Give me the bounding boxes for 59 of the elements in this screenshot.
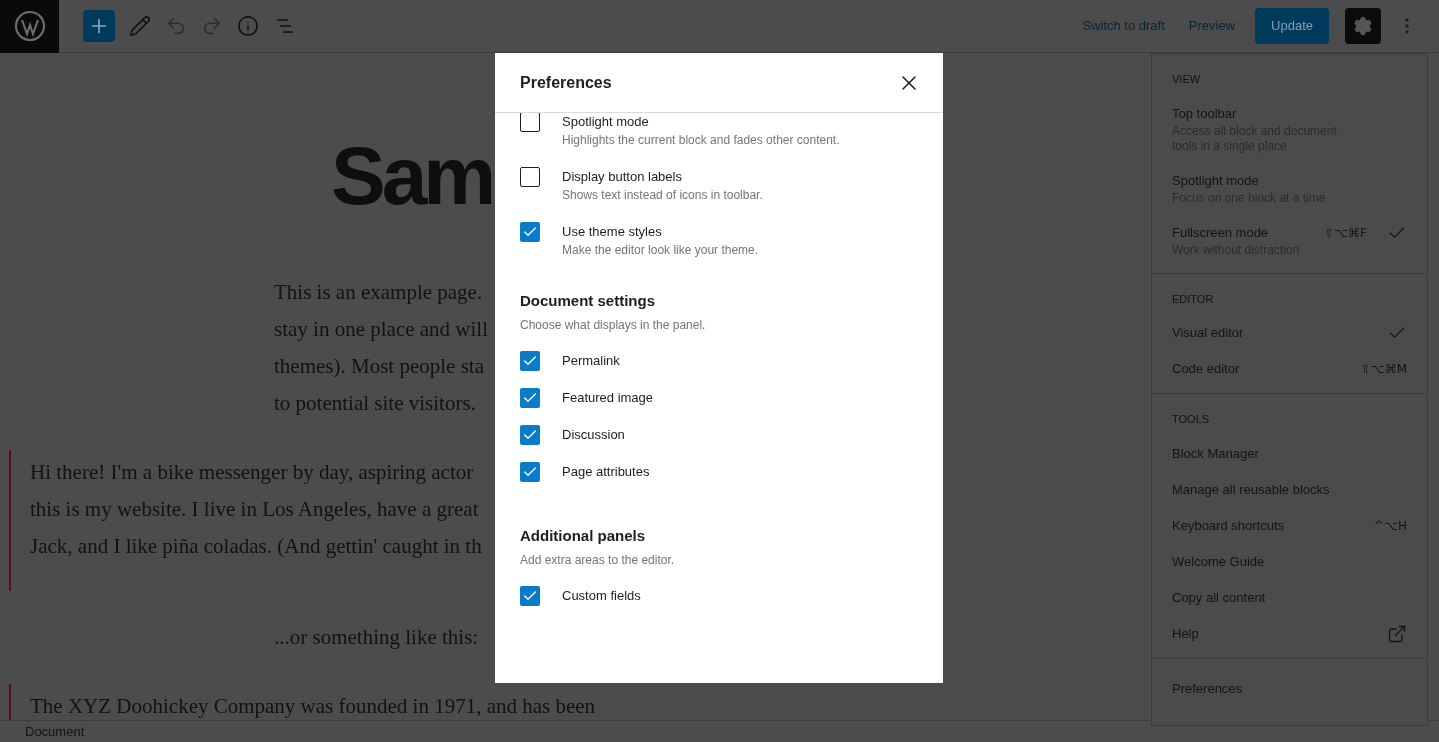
quote-line: this is my website. I live in Los Angeles, have a great [30,496,479,523]
checkbox[interactable] [520,586,540,606]
checkbox[interactable] [520,462,540,482]
settings-button[interactable] [1345,8,1381,44]
option-label: Featured image [562,389,654,407]
switch-to-draft-button[interactable]: Switch to draft [1078,16,1169,36]
section-heading: Document settings [520,291,656,311]
edit-icon[interactable] [129,15,151,37]
gear-icon [1353,16,1373,36]
menu-item[interactable]: Preferences [1172,670,1407,707]
quote-line: Jack, and I like piña coladas. (And gettin' caught in th [30,533,482,560]
checkbox[interactable] [520,425,540,445]
checkbox[interactable] [520,351,540,371]
checkbox[interactable] [520,222,540,242]
paragraph-line: This is an example page. [274,279,483,306]
external-link-icon [1387,623,1407,644]
menu-item-label: Code editor [1172,360,1240,378]
option-label: Page attributes [562,463,650,481]
option-label: Discussion [562,426,625,444]
checkbox[interactable] [520,113,540,132]
section-description: Choose what displays in the panel. [520,317,707,333]
logo-icon [13,10,46,42]
dialog-title: Preferences [520,72,612,93]
quote-line: Hi there! I'm a bike messenger by day, aspiring actor [30,459,474,486]
menu-item-label: Keyboard shortcuts [1172,516,1284,535]
option-label: Spotlight mode [562,113,650,131]
option-label: Use theme styles [562,223,663,241]
breadcrumb-link[interactable]: Document [25,721,85,742]
paragraph-line: ...or something like this: [274,624,479,651]
menu-item-label: Block Manager [1172,444,1259,463]
menu-item-label: Preferences [1172,679,1243,698]
option-description: Shows text instead of icons in toolbar. [562,187,763,203]
option-description: Highlights the current block and fades other content. [562,132,840,148]
info-icon[interactable] [237,15,259,37]
checkbox[interactable] [520,388,540,408]
paragraph-line: to potential site visitors. [274,390,476,417]
logo-tile[interactable] [0,0,59,53]
menu-item-label: Welcome Guide [1172,552,1265,571]
paragraph-line: stay in one place and will [274,316,489,343]
menu-item[interactable]: Visual editor [1172,315,1407,351]
option-label: Display button labels [562,168,683,186]
menu-section-heading: VIEW [1172,72,1202,87]
add-block-button[interactable] [83,10,115,42]
menu-item-label: Visual editor [1172,324,1244,342]
menu-item[interactable]: Welcome Guide [1172,543,1407,580]
menu-section-heading: EDITOR [1172,291,1215,307]
option-label: Permalink [562,352,620,370]
quote-line: The XYZ Doohickey Company was founded in 1971, and has been [30,693,596,720]
menu-item[interactable]: Block Manager [1172,435,1407,472]
update-button[interactable]: Update [1255,8,1329,44]
preview-button[interactable]: Preview [1184,16,1240,36]
checkbox[interactable] [520,167,540,187]
menu-section-heading: TOOLS [1172,412,1211,427]
section-heading: Additional panels [520,526,646,546]
page-title: Sam [331,131,493,221]
section-description: Add extra areas to the editor. [520,552,676,568]
option-description: Make the editor look like your theme. [562,242,759,258]
option-label: Custom fields [562,587,641,605]
paragraph-line: themes). Most people sta [274,353,484,380]
